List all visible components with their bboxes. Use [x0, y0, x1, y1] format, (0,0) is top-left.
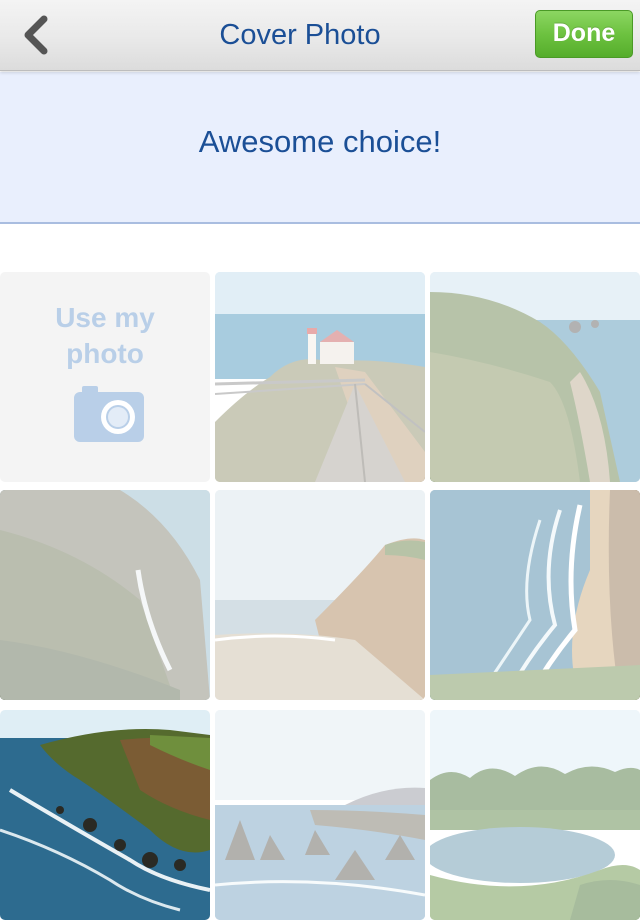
use-my-photo-button[interactable]: Use my photo [0, 272, 210, 482]
confirmation-banner: Awesome choice! [0, 72, 640, 224]
photo-dim-overlay [215, 272, 425, 482]
done-button[interactable]: Done [535, 10, 633, 58]
photo-thumbnail[interactable] [215, 710, 425, 920]
photo-dim-overlay [430, 710, 640, 920]
photo-thumbnail[interactable] [0, 490, 210, 700]
photo-dim-overlay [0, 490, 210, 700]
photo-thumbnail-selected[interactable] [0, 710, 210, 920]
photo-thumbnail[interactable] [215, 490, 425, 700]
back-button[interactable] [10, 10, 60, 60]
photo-dim-overlay [430, 490, 640, 700]
photo-dim-overlay [215, 490, 425, 700]
photo-thumbnail[interactable] [215, 272, 425, 482]
photo-thumbnail[interactable] [430, 710, 640, 920]
confirmation-message: Awesome choice! [198, 124, 442, 159]
use-my-photo-label: Use my photo [55, 302, 155, 369]
camera-icon [74, 386, 144, 442]
photo-thumbnail[interactable] [430, 272, 640, 482]
nav-bar: Cover Photo Done [0, 0, 640, 71]
photo-dim-overlay [215, 710, 425, 920]
chevron-left-icon [24, 15, 48, 55]
photo-rocky-coastline [0, 710, 210, 920]
page-title: Cover Photo [219, 19, 381, 51]
photo-dim-overlay [430, 272, 640, 482]
photo-thumbnail[interactable] [430, 490, 640, 700]
